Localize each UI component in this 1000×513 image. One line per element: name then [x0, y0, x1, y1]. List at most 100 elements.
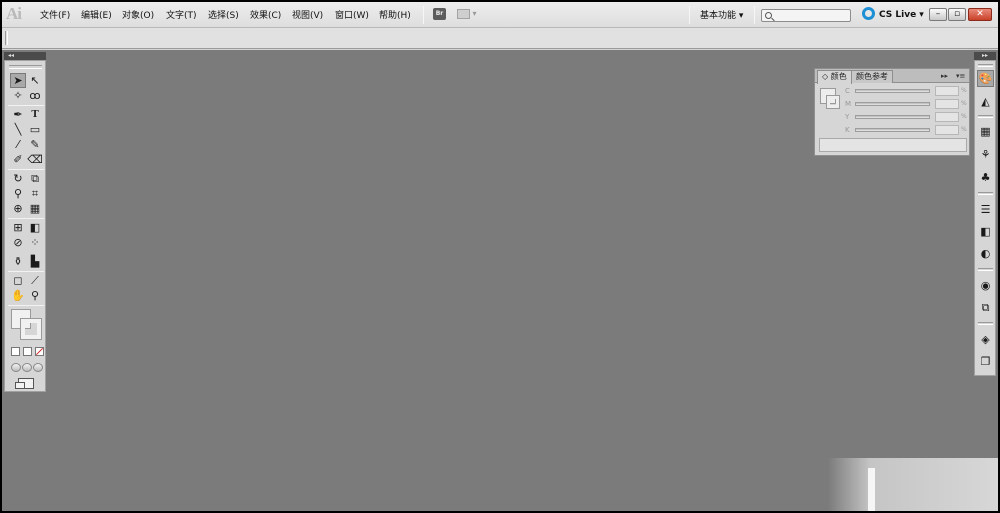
perspective-grid-icon[interactable]: ▦ [27, 201, 43, 216]
menu-edit[interactable]: 编辑(E) [81, 8, 112, 24]
minimize-button[interactable]: – [929, 8, 947, 21]
channel-slider-m[interactable] [855, 102, 930, 106]
shape-builder-icon[interactable]: ⊕ [10, 201, 26, 216]
eyedropper-icon[interactable]: ⊘ [10, 235, 26, 250]
tab-color[interactable]: ◇ 颜色 [817, 70, 852, 84]
symbols-icon[interactable]: ♣ [977, 169, 994, 186]
tools-grip[interactable] [9, 65, 42, 69]
app-logo: Ai [6, 4, 22, 23]
dock-header[interactable]: ▸▸ [974, 52, 996, 60]
draw-inside-button[interactable] [33, 363, 43, 372]
color-spectrum-bar[interactable] [819, 138, 967, 152]
swatches-icon[interactable]: ▦ [977, 123, 994, 140]
layers-icon[interactable]: ◈ [977, 331, 994, 348]
blend-icon[interactable]: ⁘ [27, 235, 43, 250]
cs-live-button[interactable]: CS Live ▾ [862, 7, 924, 23]
scale-icon[interactable]: ⧉ [27, 171, 43, 186]
tab-color-label: 颜色 [830, 72, 847, 81]
pen-icon[interactable]: ✒ [10, 107, 26, 122]
menu-select[interactable]: 选择(S) [208, 8, 239, 24]
menu-type[interactable]: 文字(T) [166, 8, 197, 24]
free-transform-icon[interactable]: ⌗ [27, 186, 43, 201]
stroke-swatch[interactable] [20, 318, 42, 340]
width-icon[interactable]: ⚲ [10, 186, 26, 201]
brushes-icon[interactable]: ⚘ [977, 146, 994, 163]
panel-menu-button[interactable]: ▾≡ [956, 71, 965, 81]
dock-grip[interactable] [978, 115, 993, 118]
control-bar [2, 28, 998, 49]
channel-value-m[interactable] [935, 99, 959, 109]
dock-grip[interactable] [978, 64, 993, 67]
draw-normal-button[interactable] [11, 363, 21, 372]
artboard-icon[interactable]: ◻ [10, 273, 26, 288]
channel-slider-y[interactable] [855, 115, 930, 119]
color-stroke-swatch[interactable] [826, 95, 840, 109]
collapse-panel-button[interactable]: ▸▸ [941, 71, 948, 81]
artboards-icon[interactable]: ❐ [977, 353, 994, 370]
screen-mode-button[interactable] [15, 378, 34, 389]
menu-view[interactable]: 视图(V) [292, 8, 323, 24]
blob-brush-icon[interactable]: ✐ [10, 152, 26, 167]
menu-effect[interactable]: 效果(C) [250, 8, 281, 24]
color-icon[interactable]: 🎨 [977, 70, 994, 87]
direct-selection-icon[interactable]: ↖ [27, 73, 43, 88]
color-panel-tabs: ◇ 颜色 颜色参考 ▸▸ ▾≡ [815, 69, 969, 84]
gradient-panel-icon[interactable]: ◧ [977, 223, 994, 240]
color-guide-icon[interactable]: ◭ [977, 93, 994, 110]
channel-unit: % [961, 100, 967, 107]
bridge-button[interactable]: Br [433, 8, 446, 20]
color-mode-button[interactable] [11, 347, 20, 356]
dock-grip[interactable] [978, 192, 993, 195]
graphic-styles-icon[interactable]: ⧉ [977, 299, 994, 316]
channel-slider-k[interactable] [855, 128, 930, 132]
control-bar-grip[interactable] [5, 31, 8, 45]
arrange-documents-button[interactable]: ▾ [457, 8, 483, 20]
slice-icon[interactable]: ⟋ [27, 273, 43, 288]
menu-window[interactable]: 窗口(W) [335, 8, 369, 24]
menu-file[interactable]: 文件(F) [40, 8, 70, 24]
menu-divider [689, 6, 690, 24]
pencil-icon[interactable]: ✎ [27, 137, 43, 152]
symbol-sprayer-icon[interactable]: ⚱ [10, 254, 26, 269]
menu-help[interactable]: 帮助(H) [379, 8, 411, 24]
zoom-icon[interactable]: ⚲ [27, 288, 43, 303]
hand-icon[interactable]: ✋ [10, 288, 26, 303]
restore-button[interactable]: ▫ [948, 8, 966, 21]
close-button[interactable]: ✕ [968, 8, 992, 21]
magic-wand-icon[interactable]: ✧ [10, 88, 26, 103]
channel-value-y[interactable] [935, 112, 959, 122]
cs-live-label: CS Live ▾ [879, 10, 924, 20]
stroke-icon[interactable]: ☰ [977, 201, 994, 218]
channel-slider-c[interactable] [855, 89, 930, 93]
dock-grip[interactable] [978, 322, 993, 325]
gradient-icon[interactable]: ◧ [27, 220, 43, 235]
dock-grip[interactable] [978, 268, 993, 271]
channel-value-k[interactable] [935, 125, 959, 135]
eraser-icon[interactable]: ⌫ [27, 152, 43, 167]
search-input[interactable] [776, 10, 850, 21]
workspace-switcher[interactable]: 基本功能 ▾ [700, 8, 743, 24]
watermark-overlay [828, 458, 998, 511]
channel-row-y: Y % [845, 112, 967, 122]
appearance-icon[interactable]: ◉ [977, 277, 994, 294]
channel-unit: % [961, 113, 967, 120]
column-graph-icon[interactable]: ▙ [27, 254, 43, 269]
paintbrush-icon[interactable]: ⁄ [10, 137, 26, 152]
tab-color-guide[interactable]: 颜色参考 [851, 70, 893, 83]
mesh-icon[interactable]: ⊞ [10, 220, 26, 235]
tools-panel-header[interactable]: ◂◂ [4, 52, 46, 60]
gradient-mode-button[interactable] [23, 347, 32, 356]
type-icon[interactable]: T [27, 107, 43, 122]
search-field[interactable] [761, 9, 851, 22]
menu-object[interactable]: 对象(O) [122, 8, 154, 24]
channel-value-c[interactable] [935, 86, 959, 96]
lasso-icon[interactable]: ꝏ [27, 88, 43, 103]
draw-behind-button[interactable] [22, 363, 32, 372]
channel-label: C [845, 87, 850, 95]
selection-icon[interactable]: ➤ [10, 73, 26, 88]
rotate-icon[interactable]: ↻ [10, 171, 26, 186]
line-segment-icon[interactable]: ╲ [10, 122, 26, 137]
none-mode-button[interactable] [35, 347, 44, 356]
rectangle-icon[interactable]: ▭ [27, 122, 43, 137]
transparency-icon[interactable]: ◐ [977, 245, 994, 262]
